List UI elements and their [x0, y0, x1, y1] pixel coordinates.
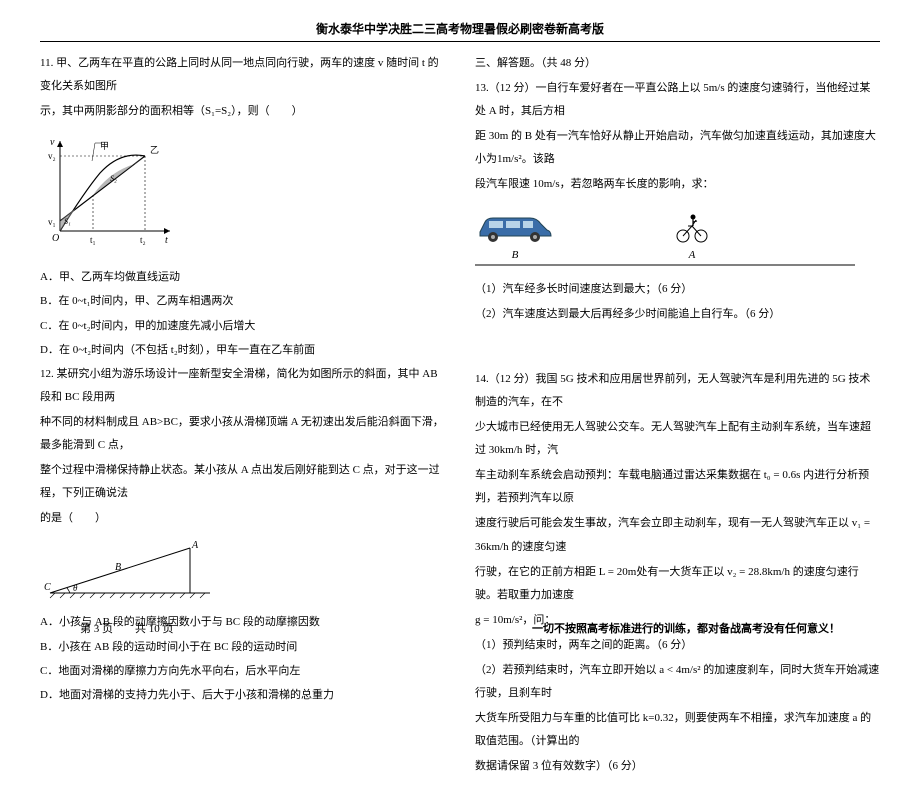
q13-scene: B A	[475, 212, 880, 267]
t1-label: t₁	[90, 235, 96, 245]
q11-option-d: D．在 0~t₂时间内（不包括 t₂时刻），甲车一直在乙车前面	[40, 339, 445, 362]
v2-label: v₂	[48, 151, 56, 161]
s2-label: S₂	[110, 174, 117, 183]
page-header: 衡水泰华中学决胜二三高考物理暑假必刷密卷新高考版	[40, 20, 880, 42]
s1-label: S₁	[64, 217, 71, 226]
y-axis-label: v	[50, 137, 55, 148]
label-b: B	[475, 244, 555, 267]
q11-stem-2: 示，其中两阴影部分的面积相等（S₁=S₂），则（ ）	[40, 100, 445, 123]
q11-option-b: B．在 0~t₁时间内，甲、乙两车相遇两次	[40, 290, 445, 313]
angle-theta: θ	[73, 583, 78, 593]
q12-stem-4: 的是（ ）	[40, 507, 445, 530]
footer-slogan: 一切不按照高考标准进行的训练，都对备战高考没有任何意义！	[532, 620, 840, 636]
q12-stem-2: 种不同的材料制成且 AB>BC，要求小孩从滑梯顶端 A 无初速出发后能沿斜面下滑…	[40, 411, 445, 457]
q11-option-a: A．甲、乙两车均做直线运动	[40, 266, 445, 289]
origin-label: O	[52, 233, 59, 244]
q13-part1: （1）汽车经多长时间速度达到最大；（6 分）	[475, 278, 880, 301]
q13-stem-1: 13.（12 分）一自行车爱好者在一平直公路上以 5m/s 的速度匀速骑行，当他…	[475, 77, 880, 123]
q14-stem-2: 少大城市已经使用无人驾驶公交车。无人驾驶汽车上配有主动刹车系统，当车速超过 30…	[475, 416, 880, 462]
x-axis-label: t	[165, 235, 168, 246]
q14-part2c: 数据请保留 3 位有效数字）（6 分）	[475, 755, 880, 778]
v1-label: v₁	[48, 217, 56, 227]
bicycle-icon	[675, 212, 709, 244]
q14-stem-4: 速度行驶后可能会发生事故，汽车会立即主动刹车，现有一无人驾驶汽车正以 v₁ = …	[475, 512, 880, 558]
car-icon	[475, 212, 555, 244]
q12-slide-diagram: A B C θ	[40, 538, 445, 603]
car-group: B	[475, 212, 555, 267]
q12-option-c: C．地面对滑梯的摩擦力方向先水平向右，后水平向左	[40, 660, 445, 683]
q11-velocity-graph: v t v₁ v₂ t₁ t₂ O S₁ S₂ 甲 乙	[40, 131, 180, 251]
q12-option-d: D．地面对滑梯的支持力先小于、后大于小孩和滑梯的总重力	[40, 684, 445, 707]
q13-stem-3: 段汽车限速 10m/s，若忽略两车长度的影响，求：	[475, 173, 880, 196]
q11-option-c: C．在 0~t₂时间内，甲的加速度先减小后增大	[40, 315, 445, 338]
q14-stem-1: 14.（12 分）我国 5G 技术和应用居世界前列，无人驾驶汽车是利用先进的 5…	[475, 368, 880, 414]
q12-option-b: B．小孩在 AB 段的运动时间小于在 BC 段的运动时间	[40, 636, 445, 659]
q11-stem-1: 11. 甲、乙两车在平直的公路上同时从同一地点同向行驶，两车的速度 v 随时间 …	[40, 52, 445, 98]
q12-stem-3: 整个过程中滑梯保持静止状态。某小孩从 A 点出发后刚好能到达 C 点，对于这一过…	[40, 459, 445, 505]
left-column: 11. 甲、乙两车在平直的公路上同时从同一地点同向行驶，两车的速度 v 随时间 …	[40, 52, 445, 780]
point-c: C	[44, 582, 51, 593]
q13-stem-2: 距 30m 的 B 处有一汽车恰好从静止开始启动，汽车做匀加速直线运动，其加速度…	[475, 125, 880, 171]
right-column: 三、解答题。（共 48 分） 13.（12 分）一自行车爱好者在一平直公路上以 …	[475, 52, 880, 780]
bike-group: A	[675, 212, 709, 267]
q14-stem-3: 车主动刹车系统会启动预判：车载电脑通过雷达采集数据在 t₀ = 0.6s 内进行…	[475, 464, 880, 510]
yi-label: 乙	[150, 145, 159, 155]
point-b: B	[115, 562, 121, 573]
footer-page-number: 第 3 页 共 10 页	[80, 620, 174, 636]
q14-stem-5: 行驶，在它的正前方相距 L = 20m处有一大货车正以 v₂ = 28.8km/…	[475, 561, 880, 607]
jia-label: 甲	[100, 141, 109, 151]
q14-part2b: 大货车所受阻力与车重的比值可比 k=0.32，则要使两车不相撞，求汽车加速度 a…	[475, 707, 880, 753]
q13-part2: （2）汽车速度达到最大后再经多少时间能追上自行车。（6 分）	[475, 303, 880, 326]
point-a: A	[191, 540, 199, 551]
page-footer: 第 3 页 共 10 页 一切不按照高考标准进行的训练，都对备战高考没有任何意义…	[0, 620, 920, 636]
t2-label: t₂	[140, 235, 146, 245]
q14-part1: （1）预判结束时，两车之间的距离。（6 分）	[475, 634, 880, 657]
label-a: A	[675, 244, 709, 267]
q12-stem-1: 12. 某研究小组为游乐场设计一座新型安全滑梯，简化为如图所示的斜面，其中 AB…	[40, 363, 445, 409]
section-3-title: 三、解答题。（共 48 分）	[475, 52, 880, 75]
q14-part2a: （2）若预判结束时，汽车立即开始以 a < 4m/s² 的加速度刹车，同时大货车…	[475, 659, 880, 705]
